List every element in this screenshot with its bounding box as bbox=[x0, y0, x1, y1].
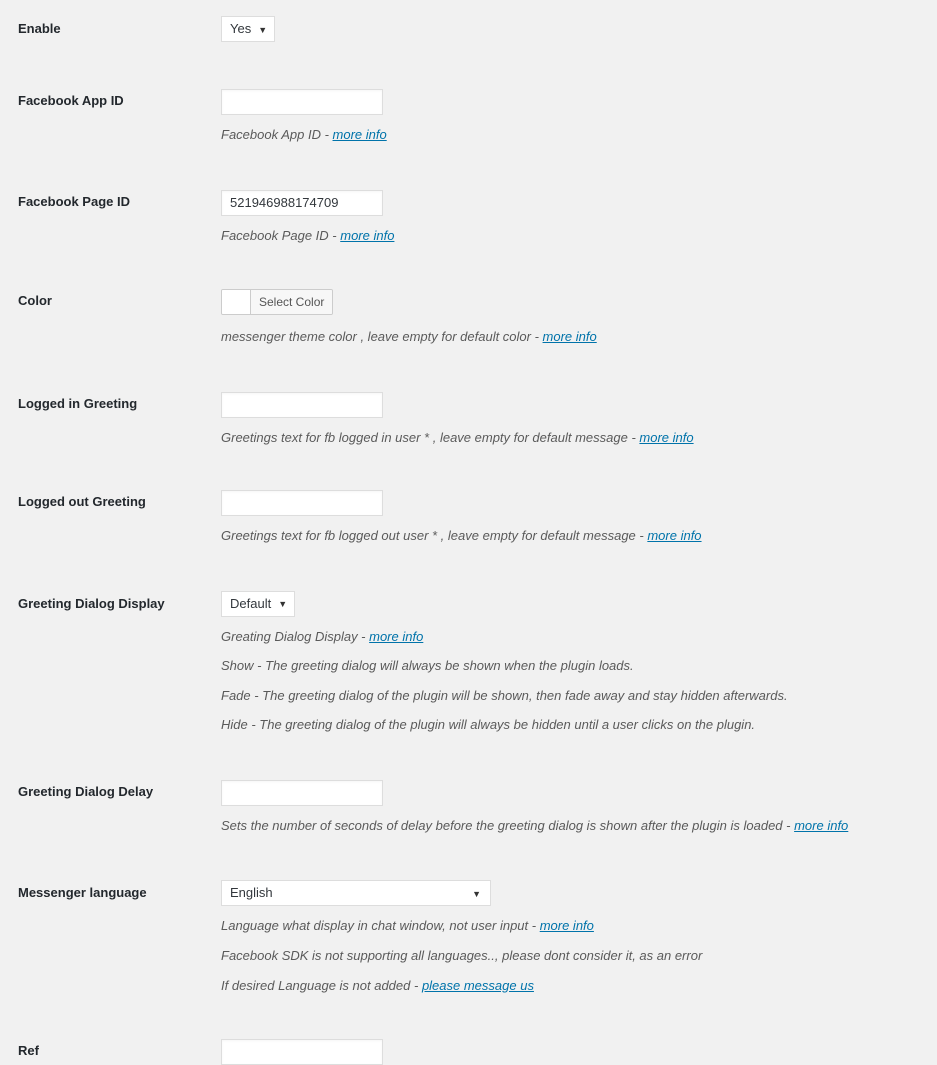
facebook-page-id-input[interactable] bbox=[221, 189, 383, 216]
messenger-language-value: English bbox=[230, 885, 273, 901]
label-enable: Enable bbox=[18, 21, 61, 36]
logged-in-greeting-input[interactable] bbox=[221, 391, 383, 418]
field-greeting-dialog-display: Default ▼ Greating Dialog Display - more… bbox=[221, 590, 937, 734]
more-info-link[interactable]: more info bbox=[333, 127, 387, 142]
more-info-link[interactable]: more info bbox=[794, 818, 848, 833]
setting-row-logged-out-greeting: Logged out Greeting Greetings text for f… bbox=[0, 446, 937, 545]
setting-row-ref: Ref bbox=[0, 994, 937, 1065]
field-enable: Yes ▼ bbox=[221, 16, 937, 42]
hint-text: Greetings text for fb logged in user * ,… bbox=[221, 429, 640, 445]
messenger-language-select[interactable]: English ▼ bbox=[221, 880, 491, 907]
greeting-dialog-display-select[interactable]: Default ▼ bbox=[221, 590, 296, 617]
hint-messenger-language: Language what display in chat window, no… bbox=[221, 917, 927, 935]
hint-greeting-dialog-delay: Sets the number of seconds of delay befo… bbox=[221, 817, 927, 835]
field-ref bbox=[221, 1039, 937, 1065]
setting-row-facebook-app-id: Facebook App ID Facebook App ID - more i… bbox=[0, 42, 937, 144]
field-color: Select Color messenger theme color , lea… bbox=[221, 289, 937, 346]
label-greeting-dialog-display: Greeting Dialog Display bbox=[18, 595, 165, 611]
hint-facebook-app-id: Facebook App ID - more info bbox=[221, 126, 927, 144]
label-logged-out-greeting: Logged out Greeting bbox=[18, 494, 146, 510]
greeting-dialog-display-value: Default bbox=[230, 595, 272, 611]
select-color-button[interactable]: Select Color bbox=[221, 289, 334, 316]
setting-row-messenger-language: Messenger language English ▼ Language wh… bbox=[0, 834, 937, 994]
label-greeting-dialog-delay: Greeting Dialog Delay bbox=[18, 783, 154, 799]
more-info-link[interactable]: more info bbox=[639, 430, 693, 445]
more-info-link[interactable]: more info bbox=[540, 918, 594, 933]
hint-text: Language what display in chat window, no… bbox=[221, 918, 540, 934]
field-messenger-language: English ▼ Language what display in chat … bbox=[221, 880, 937, 994]
more-info-link[interactable]: more info bbox=[647, 528, 701, 543]
hint-text: Sets the number of seconds of delay befo… bbox=[221, 817, 795, 833]
logged-out-greeting-input[interactable] bbox=[221, 490, 383, 517]
greeting-dialog-delay-input[interactable] bbox=[221, 779, 383, 806]
please-message-us-link[interactable]: please message us bbox=[422, 978, 534, 993]
field-greeting-dialog-delay: Sets the number of seconds of delay befo… bbox=[221, 779, 937, 835]
chevron-down-icon: ▼ bbox=[258, 24, 268, 35]
settings-form-table: Enable Yes ▼ Facebook App ID Facebook Ap… bbox=[0, 0, 937, 1065]
chevron-down-icon: ▼ bbox=[472, 888, 481, 899]
hint-text: Facebook Page ID - bbox=[221, 227, 341, 243]
hint-text: messenger theme color , leave empty for … bbox=[221, 329, 543, 345]
hint-text: Greating Dialog Display - bbox=[221, 628, 370, 644]
color-swatch bbox=[222, 290, 251, 315]
more-info-link[interactable]: more info bbox=[543, 329, 597, 344]
hint-messenger-language-missing: If desired Language is not added - pleas… bbox=[221, 977, 927, 995]
setting-row-logged-in-greeting: Logged in Greeting Greetings text for fb… bbox=[0, 346, 937, 447]
hint-text: Greetings text for fb logged out user * … bbox=[221, 528, 648, 544]
hint-text: Facebook App ID - bbox=[221, 127, 333, 142]
enable-select[interactable]: Yes ▼ bbox=[221, 16, 276, 42]
label-facebook-page-id: Facebook Page ID bbox=[18, 193, 130, 209]
hint-text: If desired Language is not added - bbox=[221, 977, 422, 993]
more-info-link[interactable]: more info bbox=[369, 629, 423, 644]
setting-row-enable: Enable Yes ▼ bbox=[0, 0, 937, 42]
hint-logged-in-greeting: Greetings text for fb logged in user * ,… bbox=[221, 429, 927, 447]
label-color: Color bbox=[18, 293, 52, 309]
hint-greeting-dialog-fade: Fade - The greeting dialog of the plugin… bbox=[221, 687, 788, 703]
field-logged-in-greeting: Greetings text for fb logged in user * ,… bbox=[221, 391, 937, 447]
label-messenger-language: Messenger language bbox=[18, 885, 147, 901]
hint-greeting-dialog-display: Greating Dialog Display - more info bbox=[221, 628, 927, 646]
field-logged-out-greeting: Greetings text for fb logged out user * … bbox=[221, 490, 937, 545]
field-facebook-page-id: Facebook Page ID - more info bbox=[221, 189, 937, 245]
setting-row-facebook-page-id: Facebook Page ID Facebook Page ID - more… bbox=[0, 144, 937, 245]
label-logged-in-greeting: Logged in Greeting bbox=[18, 395, 138, 411]
more-info-link[interactable]: more info bbox=[340, 228, 394, 243]
hint-greeting-dialog-hide: Hide - The greeting dialog of the plugin… bbox=[221, 717, 756, 733]
setting-row-greeting-dialog-display: Greeting Dialog Display Default ▼ Greati… bbox=[0, 545, 937, 734]
field-facebook-app-id: Facebook App ID - more info bbox=[221, 89, 937, 144]
label-facebook-app-id: Facebook App ID bbox=[18, 93, 124, 108]
enable-select-value: Yes bbox=[230, 21, 252, 36]
facebook-app-id-input[interactable] bbox=[221, 89, 383, 115]
chevron-down-icon: ▼ bbox=[278, 599, 288, 610]
select-color-label: Select Color bbox=[251, 290, 333, 315]
setting-row-greeting-dialog-delay: Greeting Dialog Delay Sets the number of… bbox=[0, 734, 937, 835]
hint-facebook-page-id: Facebook Page ID - more info bbox=[221, 227, 927, 245]
setting-row-color: Color Select Color messenger theme color… bbox=[0, 244, 937, 346]
ref-input[interactable] bbox=[221, 1039, 383, 1065]
hint-logged-out-greeting: Greetings text for fb logged out user * … bbox=[221, 527, 927, 545]
hint-messenger-language-sdk: Facebook SDK is not supporting all langu… bbox=[221, 948, 703, 964]
label-ref: Ref bbox=[18, 1043, 39, 1059]
hint-greeting-dialog-show: Show - The greeting dialog will always b… bbox=[221, 658, 634, 674]
hint-color: messenger theme color , leave empty for … bbox=[221, 328, 927, 346]
